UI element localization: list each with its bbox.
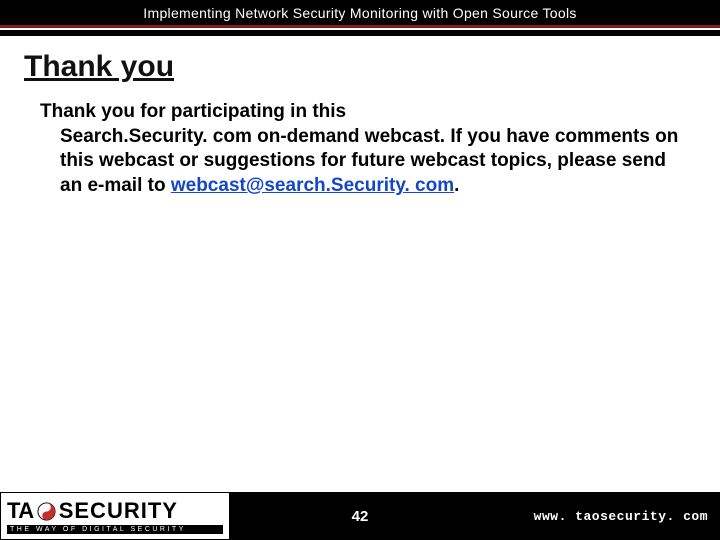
logo-text-ta: TA [7,498,34,524]
body-indent: Search.Security. com on-demand webcast. … [40,125,680,199]
footer-page-number: 42 [230,493,490,540]
divider-black [0,30,720,36]
header-title: Implementing Network Security Monitoring… [143,5,576,21]
header-bar: Implementing Network Security Monitoring… [0,0,720,25]
slide-body: Thank you for participating in this Sear… [40,100,680,199]
footer-url: www. taosecurity. com [490,493,720,540]
logo-text-security: SECURITY [59,498,178,524]
slide-title: Thank you [24,50,720,84]
email-link[interactable]: webcast@search.Security. com [171,175,454,196]
yinyang-icon [37,502,56,521]
body-after: . [454,175,459,196]
page-number: 42 [352,508,369,525]
url-text: www. taosecurity. com [534,509,708,524]
logo-tagline: THE WAY OF DIGITAL SECURITY [7,525,223,534]
logo-main: TA SECURITY [7,498,223,524]
logo-box: TA SECURITY THE WAY OF DIGITAL SECURITY [0,493,230,540]
body-lead: Thank you for participating in this [40,101,346,122]
footer: TA SECURITY THE WAY OF DIGITAL SECURITY … [0,492,720,540]
